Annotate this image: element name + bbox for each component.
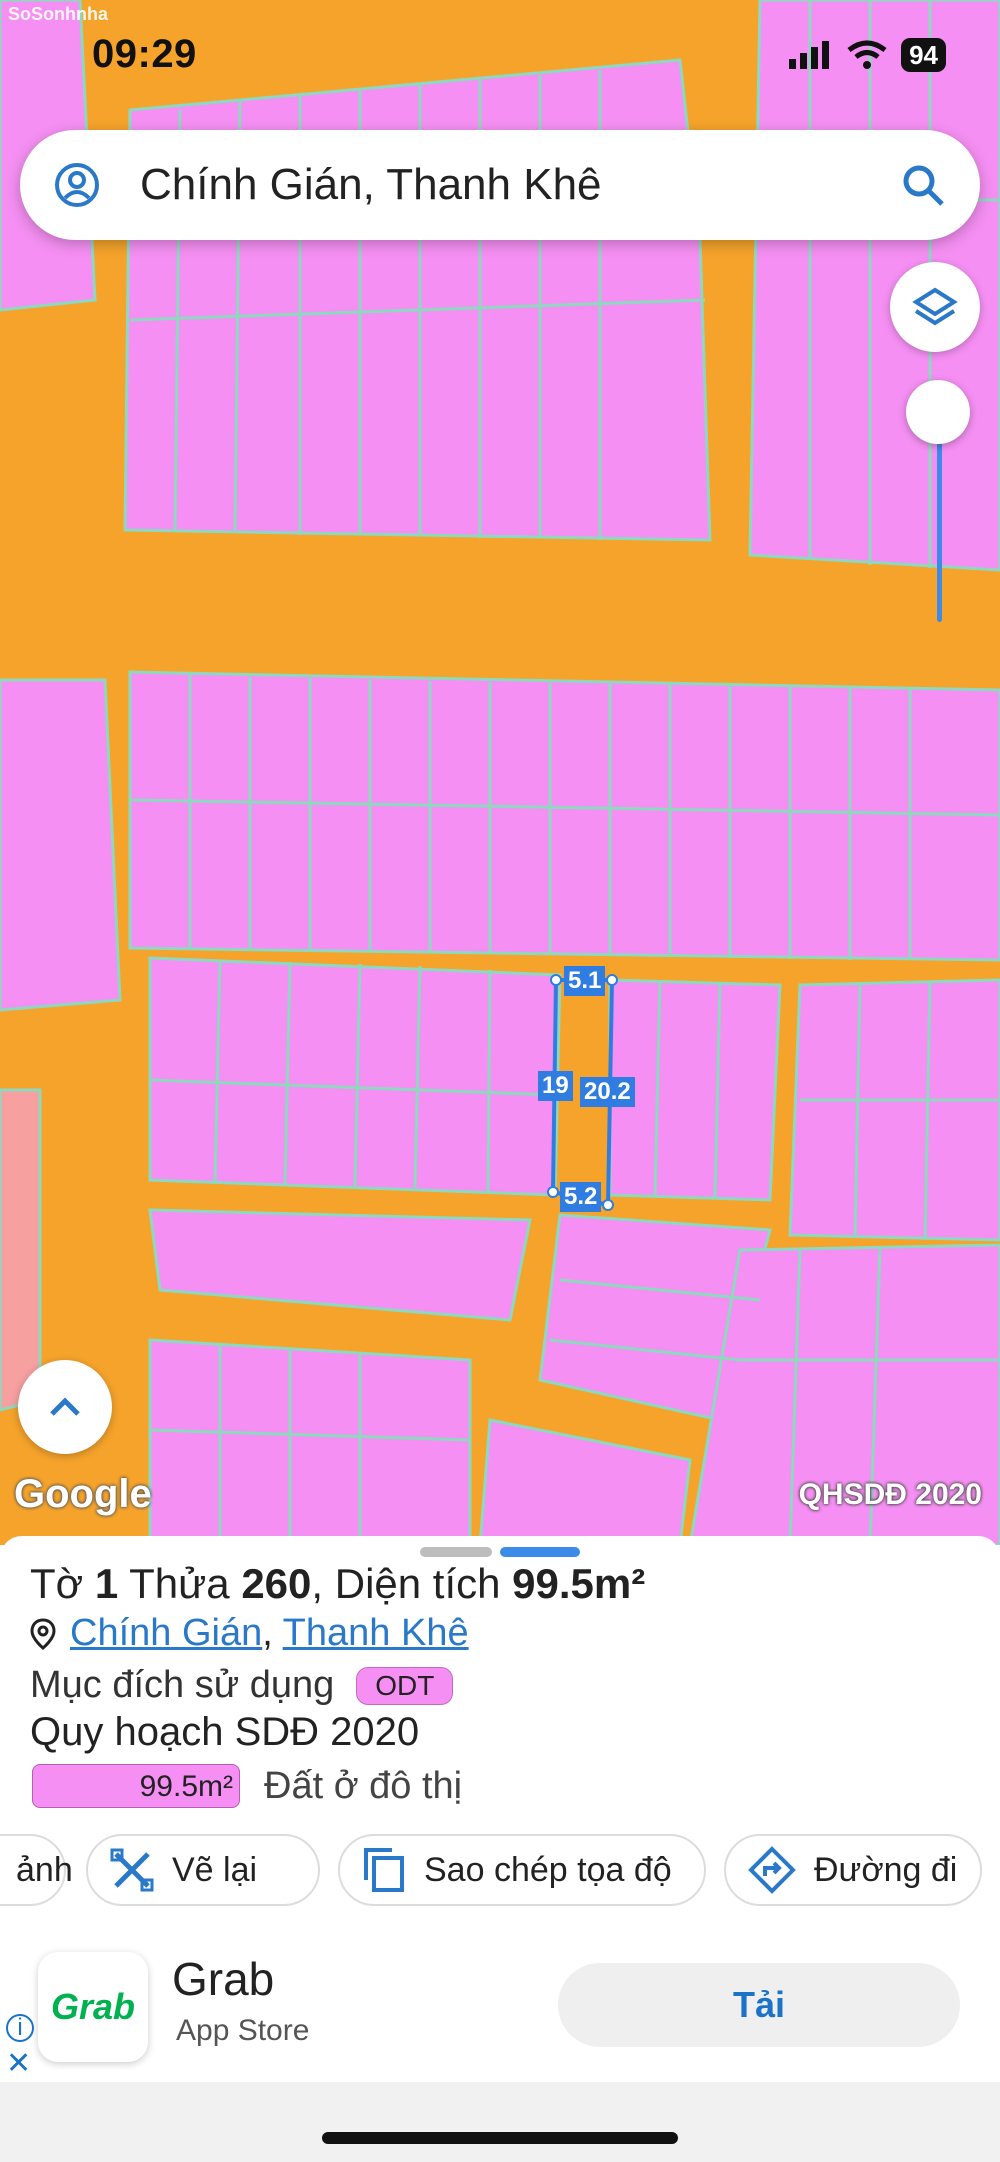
watermark-logo: SoSonhnha (8, 4, 108, 24)
chevron-up-icon (50, 1397, 80, 1416)
image-chip-label: ảnh (16, 1850, 73, 1889)
directions-icon (748, 1846, 796, 1894)
ad-install-button[interactable]: Tải (558, 1963, 960, 2047)
layers-button[interactable] (890, 262, 980, 352)
map-block (148, 1208, 532, 1322)
ward-link[interactable]: Chính Gián (70, 1612, 262, 1654)
map-block (0, 678, 122, 1012)
opacity-slider-track[interactable] (937, 440, 942, 622)
purpose-label: Mục đích sử dụng (30, 1664, 335, 1706)
wifi-icon (847, 40, 887, 69)
map-block (128, 670, 1000, 962)
map-layer-label: QHSDĐ 2020 (798, 1478, 982, 1511)
map-block (788, 978, 1000, 1242)
status-time: 09:29 (92, 32, 197, 76)
ad-close-icon[interactable]: ✕ (6, 2046, 31, 2081)
copy-coordinates-button[interactable]: Sao chép tọa độ (338, 1834, 706, 1906)
map-block (0, 1088, 42, 1412)
image-chip[interactable]: ảnh (0, 1834, 73, 1906)
search-input[interactable]: Chính Gián, Thanh Khê (140, 160, 602, 210)
expand-panel-button[interactable] (18, 1360, 112, 1454)
signal-icon (789, 41, 830, 69)
map-block (608, 978, 782, 1202)
action-chips: ảnh Vẽ lại Sao chép tọa độ Đường đi (0, 1834, 1000, 1908)
redraw-button[interactable]: Vẽ lại (86, 1834, 320, 1906)
district-link[interactable]: Thanh Khê (283, 1612, 469, 1654)
plan-area-row: 99.5m² Đất ở đô thị (32, 1764, 462, 1808)
plan-use-label: Đất ở đô thị (264, 1764, 463, 1807)
plan-area-bar: 99.5m² (32, 1764, 240, 1808)
search-icon[interactable] (900, 162, 946, 208)
google-logo: Google (14, 1472, 152, 1516)
ad-store-label: App Store (176, 2014, 310, 2047)
redraw-label: Vẽ lại (172, 1850, 258, 1889)
purpose-row: Mục đích sử dụng ODT (30, 1664, 454, 1707)
directions-button[interactable]: Đường đi (724, 1834, 982, 1906)
ad-app-name[interactable]: Grab (172, 1952, 274, 2006)
panel-handle-active[interactable] (500, 1547, 580, 1557)
measure-top: 5.1 (564, 966, 606, 996)
status-icons: 94 (789, 38, 946, 72)
parcel-title: Tờ 1 Thửa 260, Diện tích 99.5m² (30, 1560, 646, 1607)
home-area (0, 2082, 1000, 2162)
measure-left: 19 (538, 1071, 573, 1101)
plan-label: Quy hoạch SDĐ 2020 (30, 1710, 420, 1754)
measure-bottom: 5.2 (560, 1182, 602, 1212)
copy-coordinates-label: Sao chép tọa độ (424, 1850, 672, 1889)
map-block (148, 1338, 472, 1545)
directions-label: Đường đi (814, 1850, 958, 1889)
map-block (478, 1418, 692, 1545)
opacity-slider-handle[interactable] (906, 380, 970, 444)
measure-right: 20.2 (580, 1077, 635, 1107)
battery-indicator: 94 (901, 38, 946, 72)
location-row: Chính Gián, Thanh Khê (30, 1612, 469, 1655)
location-pin-icon (30, 1617, 56, 1650)
account-icon[interactable] (54, 162, 100, 208)
ad-app-icon[interactable]: Grab (38, 1952, 148, 2062)
home-indicator[interactable] (322, 2132, 678, 2144)
ad-info-icon[interactable]: i (6, 2014, 34, 2042)
copy-icon (364, 1848, 404, 1892)
panel-handle[interactable] (420, 1547, 492, 1557)
purpose-code-badge: ODT (356, 1666, 454, 1705)
layers-icon (912, 287, 958, 326)
redraw-icon (110, 1848, 154, 1892)
search-bar[interactable]: Chính Gián, Thanh Khê (20, 130, 980, 240)
